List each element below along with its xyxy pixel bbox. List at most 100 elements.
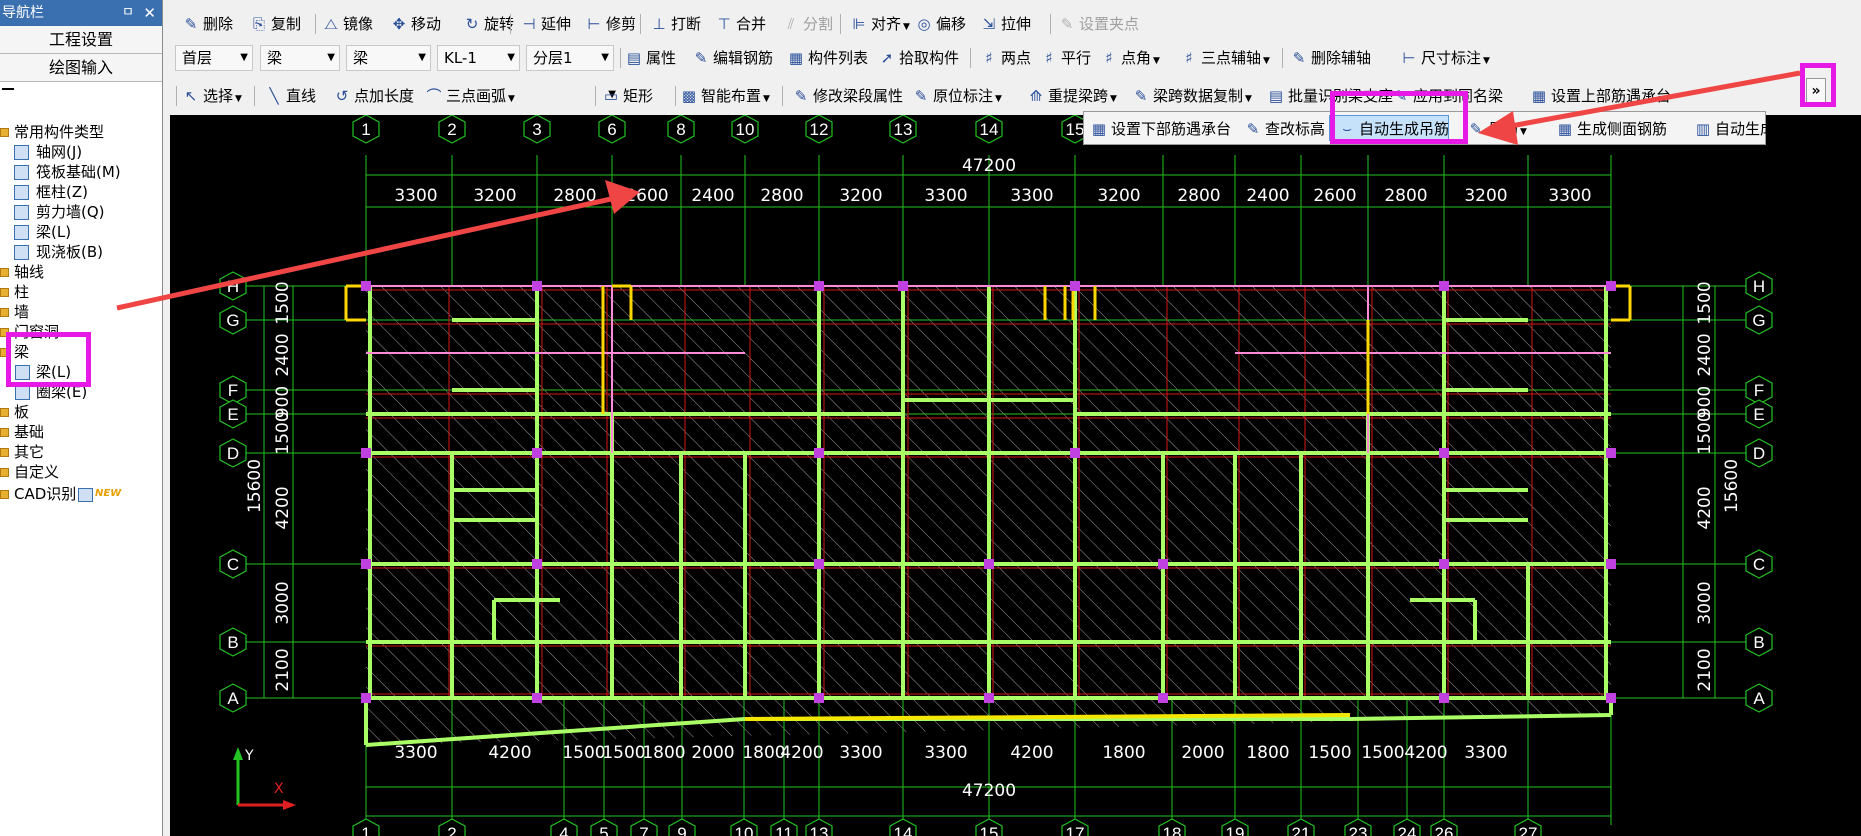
button-label: 尺寸标注 (1421, 49, 1482, 67)
three-point-axis-button[interactable]: ♯ 三点辅轴 ▼ (1180, 46, 1270, 70)
pick-button[interactable]: ➚ 拾取构件 (878, 46, 959, 70)
dropdown-arrow-icon[interactable]: ▼ (763, 94, 770, 104)
tree-item[interactable]: 轴网(J) (0, 142, 162, 162)
side-dimension-text: 2100 (1695, 648, 1715, 691)
top-rebar-icon: ▦ (1531, 87, 1547, 105)
separator (640, 14, 641, 34)
move-button[interactable]: ✥ 移动 (390, 12, 441, 36)
dropdown-arrow-icon[interactable]: ▼ (235, 94, 242, 104)
two-point-button[interactable]: ♯ 两点 (980, 46, 1031, 70)
dropdown-arrow-icon[interactable]: ▼ (1520, 127, 1527, 137)
line-button[interactable]: ╲ 直线 (265, 84, 316, 108)
rotate-button[interactable]: ↻ 旋转 (463, 12, 514, 36)
button-label: 构件列表 (808, 49, 869, 67)
dimension-text: 2000 (1181, 743, 1224, 763)
axis-label: 4 (559, 824, 568, 836)
subtype-select[interactable]: 梁 ▼ (346, 45, 431, 71)
type-select[interactable]: 梁 ▼ (260, 45, 340, 71)
cad-drawing-canvas[interactable]: 1236810121314151618202225262712457910111… (170, 114, 1861, 836)
top-rebar-button[interactable]: ▦ 设置上部筋遇承台 (1530, 84, 1671, 108)
span-copy-button[interactable]: ✎ 梁跨数据复制 ▼ (1132, 84, 1252, 108)
hanger-button[interactable]: ✎ 吊筋 ▼ (1467, 117, 1527, 141)
delete-axis-button[interactable]: ✎ 删除辅轴 (1290, 46, 1371, 70)
button-label: 查改标高 (1265, 120, 1326, 138)
parallel-button[interactable]: ♯ 平行 (1040, 46, 1091, 70)
modify-beam-button[interactable]: ✎ 修改梁段属性 (792, 84, 903, 108)
pin-icon[interactable]: ㅁ (122, 0, 134, 26)
dimension-text: 4200 (780, 743, 823, 763)
rectangle-button[interactable]: ▭ 矩形 (602, 84, 653, 108)
tree-item[interactable]: 自定义 (0, 462, 162, 482)
dropdown-arrow-icon[interactable]: ▼ (995, 94, 1002, 104)
side-rebar-button[interactable]: ▦ 生成侧面钢筋 (1556, 117, 1667, 141)
tree-item[interactable]: 筏板基础(M) (0, 162, 162, 182)
tree-item[interactable]: 框柱(Z) (0, 182, 162, 202)
axis-label: 18 (1163, 824, 1182, 836)
dropdown-arrow-icon[interactable]: ▼ (1245, 94, 1252, 104)
collapse-icon[interactable] (2, 88, 14, 96)
tree-item[interactable]: CAD识别 NEW (0, 484, 162, 504)
split-button[interactable]: ⫽ 分割 (782, 12, 833, 36)
component-list-button[interactable]: ▦ 构件列表 (787, 46, 868, 70)
align-button[interactable]: ⊫ 对齐 ▼ (850, 12, 910, 36)
merge-button[interactable]: ⊤ 合并 (715, 12, 766, 36)
tree-item[interactable]: 基础 (0, 422, 162, 442)
point-length-button[interactable]: ↺ 点加长度 (333, 84, 414, 108)
dropdown-arrow-icon[interactable]: ▼ (903, 22, 910, 32)
tree-item[interactable]: 梁(L) (0, 222, 162, 242)
dropdown-arrow-icon[interactable]: ▼ (1483, 56, 1490, 66)
row-axis-label: G (226, 311, 239, 330)
floor-plan-drawing[interactable]: 1236810121314151618202225262712457910111… (170, 114, 1861, 836)
tree-item[interactable]: 墙 (0, 302, 162, 322)
tree-item[interactable]: 轴线 (0, 262, 162, 282)
column (361, 448, 371, 458)
stretch-button[interactable]: ⇲ 拉伸 (980, 12, 1031, 36)
highlight-box-more (1800, 63, 1836, 107)
arc-button[interactable]: ⌒ 三点画弧 ▼ (425, 84, 515, 108)
layer-select[interactable]: 分层1 ▼ (526, 45, 614, 71)
row-axis-label: F (1754, 381, 1764, 400)
floor-select[interactable]: 首层 ▼ (175, 45, 253, 71)
break-button[interactable]: ⊥ 打断 (650, 12, 701, 36)
dimension-text: 3300 (1548, 186, 1591, 206)
smart-layout-button[interactable]: ▩ 智能布置 ▼ (680, 84, 770, 108)
dimension-text: 1500 (562, 743, 605, 763)
close-icon[interactable]: ✕ (143, 0, 156, 26)
edit-rebar-button[interactable]: ✎ 编辑钢筋 (692, 46, 773, 70)
button-label: 设置上部筋遇承台 (1551, 87, 1672, 105)
trim-button[interactable]: ⊢ 修剪 (585, 12, 636, 36)
dimension-text: 3300 (394, 186, 437, 206)
in-situ-label-button[interactable]: ✎ 原位标注 ▼ (912, 84, 1002, 108)
tree-item[interactable]: 板 (0, 402, 162, 422)
select-arrow-button[interactable]: ↖ 选择 ▼ (182, 84, 242, 108)
properties-button[interactable]: ▤ 属性 (625, 46, 676, 70)
re-span-button[interactable]: ⟰ 重提梁跨 ▼ (1027, 84, 1117, 108)
offset-button[interactable]: ◎ 偏移 (915, 12, 966, 36)
tab-drawing-input[interactable]: 绘图输入 (0, 54, 162, 82)
erection-rebar-button[interactable]: ▥ 自动生成架立筋 (1694, 117, 1820, 141)
elevation-button[interactable]: ✎ 查改标高 (1244, 117, 1325, 141)
tab-project-settings[interactable]: 工程设置 (0, 26, 162, 54)
point-angle-button[interactable]: ♯ 点角 ▼ (1100, 46, 1160, 70)
move-icon: ✥ (392, 15, 406, 33)
button-label: 拉伸 (1001, 15, 1032, 33)
grip-button[interactable]: ✎ 设置夹点 (1058, 12, 1139, 36)
tree-item[interactable]: 剪力墙(Q) (0, 202, 162, 222)
bottom-rebar-button[interactable]: ▦ 设置下部筋遇承台 (1090, 117, 1231, 141)
dropdown-arrow-icon[interactable]: ▼ (1110, 94, 1117, 104)
component-name-select[interactable]: KL-1 ▼ (437, 45, 520, 71)
dimension-button[interactable]: ⊢ 尺寸标注 ▼ (1400, 46, 1490, 70)
mirror-button[interactable]: ⧍ 镜像 (322, 12, 373, 36)
extend-button[interactable]: ⊣ 延伸 (520, 12, 571, 36)
align-icon: ⊫ (852, 15, 866, 33)
dropdown-arrow-icon[interactable]: ▼ (1263, 56, 1270, 66)
tree-item[interactable]: 柱 (0, 282, 162, 302)
eraser-button[interactable]: ✎ 删除 (182, 12, 233, 36)
row-axis-label: E (1753, 405, 1764, 424)
tree-item[interactable]: 其它 (0, 442, 162, 462)
copy-button[interactable]: ⎘ 复制 (250, 12, 301, 36)
tree-item[interactable]: 常用构件类型 (0, 122, 162, 142)
tree-item[interactable]: 现浇板(B) (0, 242, 162, 262)
dropdown-arrow-icon[interactable]: ▼ (1153, 56, 1160, 66)
dropdown-arrow-icon[interactable]: ▼ (508, 94, 515, 104)
